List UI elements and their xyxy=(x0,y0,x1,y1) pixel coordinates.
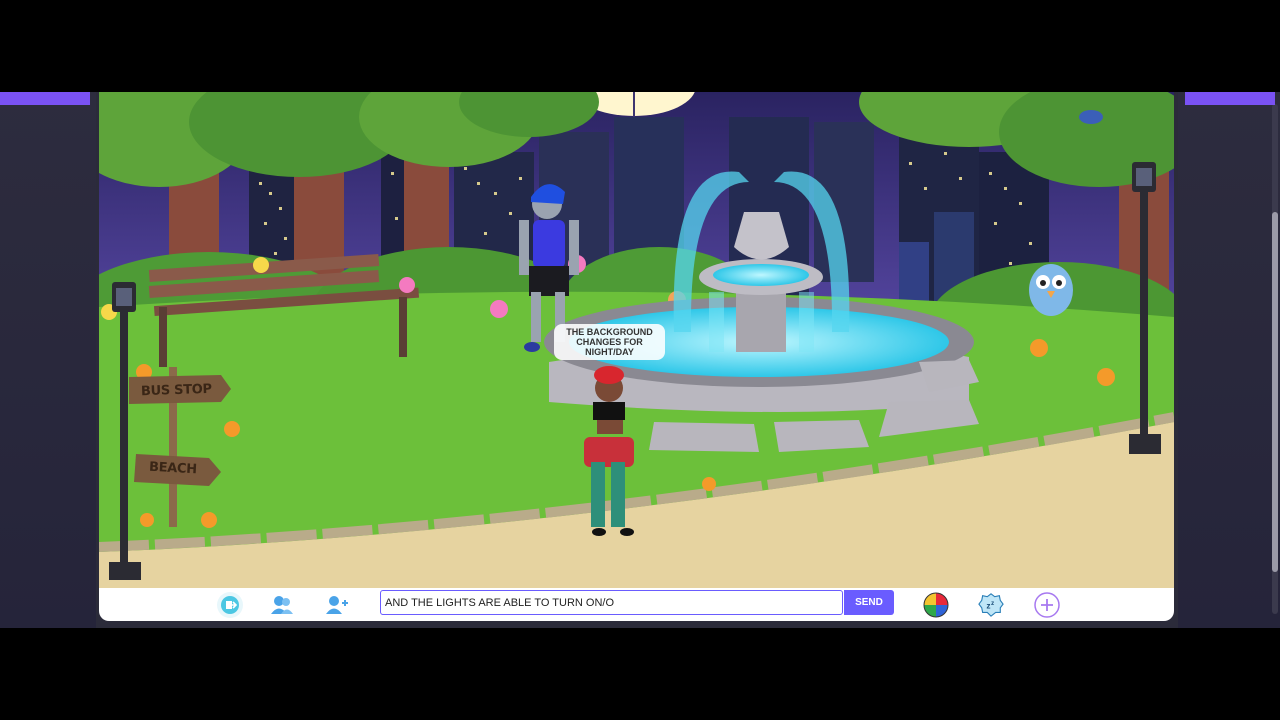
right-margin xyxy=(1178,92,1280,628)
scrollbar-thumb[interactable] xyxy=(1272,212,1278,572)
browser-frame: THE BACKGROUND CHANGES FOR NIGHT/DAY BUS… xyxy=(0,92,1280,628)
game-scene[interactable]: THE BACKGROUND CHANGES FOR NIGHT/DAY BUS… xyxy=(99,92,1174,588)
svg-text:z: z xyxy=(986,601,990,611)
plus-icon[interactable] xyxy=(1034,592,1060,618)
speech-bubble: THE BACKGROUND CHANGES FOR NIGHT/DAY xyxy=(554,324,665,360)
exit-icon[interactable] xyxy=(217,592,243,618)
top-accent-strip-left xyxy=(0,92,90,105)
left-margin xyxy=(0,92,96,628)
send-button[interactable]: SEND xyxy=(844,590,894,615)
add-friend-icon[interactable] xyxy=(324,592,350,618)
sign-bus-stop: BUS STOP xyxy=(140,381,213,400)
friends-icon[interactable] xyxy=(269,592,295,618)
chat-toolbar: SEND zz xyxy=(99,588,1174,621)
top-accent-strip-right xyxy=(1185,92,1275,105)
owl-pet xyxy=(1029,264,1073,316)
settings-badge-icon[interactable]: zz xyxy=(978,592,1004,618)
beach-ball-icon[interactable] xyxy=(923,592,949,618)
sign-beach: BEACH xyxy=(148,459,198,478)
chat-input[interactable] xyxy=(380,590,843,615)
blue-bird-on-branch xyxy=(1079,110,1103,124)
